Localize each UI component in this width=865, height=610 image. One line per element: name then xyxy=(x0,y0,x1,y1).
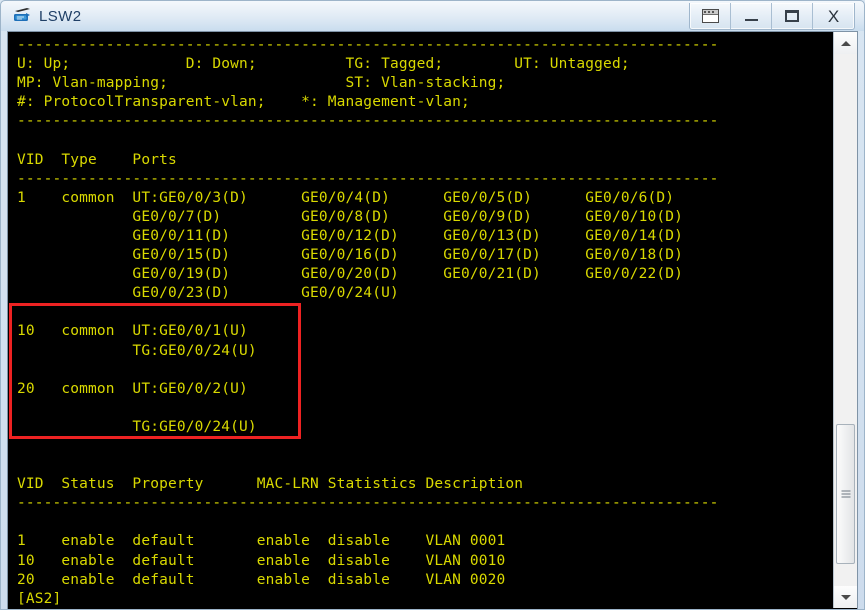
chevron-up-icon xyxy=(840,40,851,46)
title-bar-left: LSW2 xyxy=(13,4,81,28)
ports-row: GE0/0/19(D) GE0/0/20(D) GE0/0/21(D) GE0/… xyxy=(17,266,683,283)
minimize-icon xyxy=(744,19,758,21)
ports-table-header: VID Type Ports xyxy=(17,151,177,168)
ports-row: GE0/0/7(D) GE0/0/8(D) GE0/0/9(D) GE0/0/1… xyxy=(17,208,683,225)
legend-line-2: MP: Vlan-mapping; ST: Vlan-stacking; xyxy=(17,75,506,92)
legend-separator-top: ----------------------------------------… xyxy=(17,37,719,53)
scroll-up-button[interactable] xyxy=(834,32,857,54)
ports-row: TG:GE0/0/24(U) xyxy=(17,342,257,359)
ports-table-separator: ----------------------------------------… xyxy=(17,170,719,187)
maximize-icon xyxy=(785,10,799,22)
maximize-button[interactable] xyxy=(772,3,813,29)
switch-icon xyxy=(13,7,33,25)
ports-row: 10 common UT:GE0/0/1(U) xyxy=(17,323,248,340)
scrollbar-thumb[interactable] xyxy=(836,424,855,564)
ports-row: 1 common UT:GE0/0/3(D) GE0/0/4(D) GE0/0/… xyxy=(17,189,675,206)
title-bar[interactable]: LSW2 X xyxy=(1,1,864,31)
legend-separator-bottom: ----------------------------------------… xyxy=(17,113,719,130)
ports-row: GE0/0/11(D) GE0/0/12(D) GE0/0/13(D) GE0/… xyxy=(17,227,683,244)
status-row: 1 enable default enable disable VLAN 000… xyxy=(17,533,506,550)
close-button[interactable]: X xyxy=(813,3,854,29)
status-row: 20 enable default enable disable VLAN 00… xyxy=(17,571,506,588)
console-prompt: [AS2] xyxy=(17,590,62,607)
chevron-down-icon xyxy=(840,594,851,600)
ports-row: TG:GE0/0/24(U) xyxy=(17,418,257,435)
status-table-header: VID Status Property MAC-LRN Statistics D… xyxy=(17,476,524,493)
terminal-area: ----------------------------------------… xyxy=(7,31,858,609)
status-row: 10 enable default enable disable VLAN 00… xyxy=(17,552,506,569)
vertical-scrollbar[interactable] xyxy=(833,32,857,608)
palette-icon xyxy=(701,9,719,23)
legend-line-3: #: ProtocolTransparent-vlan; *: Manageme… xyxy=(17,94,470,111)
palette-button[interactable] xyxy=(690,3,731,29)
minimize-button[interactable] xyxy=(731,3,772,29)
console-text: ----------------------------------------… xyxy=(8,32,833,608)
window-title: LSW2 xyxy=(39,7,82,25)
ports-row: GE0/0/23(D) GE0/0/24(U) xyxy=(17,285,399,302)
grip-icon xyxy=(841,490,850,498)
scroll-down-button[interactable] xyxy=(834,586,857,608)
window-controls: X xyxy=(689,3,855,30)
close-icon: X xyxy=(827,6,840,26)
legend-line-1: U: Up; D: Down; TG: Tagged; UT: Untagged… xyxy=(17,56,630,73)
ports-row: 20 common UT:GE0/0/2(U) xyxy=(17,380,248,397)
console-output[interactable]: ----------------------------------------… xyxy=(8,32,833,608)
status-table-separator: ----------------------------------------… xyxy=(17,495,719,512)
ports-row: GE0/0/15(D) GE0/0/16(D) GE0/0/17(D) GE0/… xyxy=(17,247,683,264)
terminal-window: LSW2 X ---------------------------------… xyxy=(0,0,865,610)
